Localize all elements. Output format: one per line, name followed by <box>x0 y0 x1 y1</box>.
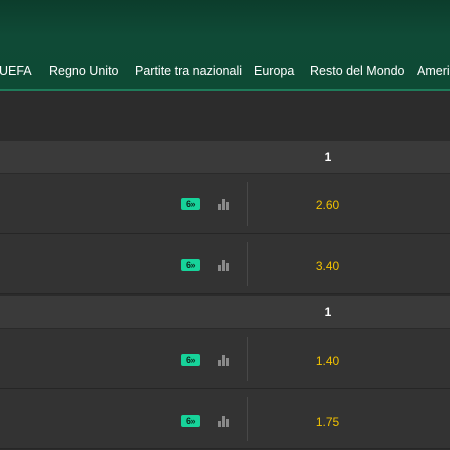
column-divider <box>247 242 248 286</box>
event-row: 6» 3.40 <box>0 234 450 294</box>
nav-item-uefa[interactable]: UEFA <box>0 64 32 78</box>
nav-item-regno-unito[interactable]: Regno Unito <box>49 64 119 78</box>
odds-button[interactable]: 3.40 <box>300 259 355 273</box>
nav-item-americhe[interactable]: Americ <box>417 64 450 78</box>
bar-chart-icon[interactable] <box>218 354 230 366</box>
event-row: 6» 1.75 <box>0 389 450 449</box>
nav-item-resto-del-mondo[interactable]: Resto del Mondo <box>310 64 405 78</box>
bet-builder-badge[interactable]: 6» <box>181 354 200 366</box>
market-header-row: 1 <box>0 141 450 174</box>
content-spacer <box>0 93 450 141</box>
bet-builder-badge[interactable]: 6» <box>181 259 200 271</box>
odds-button[interactable]: 2.60 <box>300 198 355 212</box>
nav-item-europa[interactable]: Europa <box>254 64 294 78</box>
event-row: 6» 2.60 <box>0 174 450 234</box>
market-header-row: 1 <box>0 296 450 329</box>
bar-chart-icon[interactable] <box>218 259 230 271</box>
bar-chart-icon[interactable] <box>218 198 230 210</box>
market-column-label: 1 <box>324 150 332 164</box>
nav-item-partite-tra-nazionali[interactable]: Partite tra nazionali <box>135 64 242 78</box>
market-column-label: 1 <box>324 305 332 319</box>
column-divider <box>247 397 248 441</box>
sportsbook-screen: UEFA Regno Unito Partite tra nazionali E… <box>0 0 450 450</box>
top-navigation-bar: UEFA Regno Unito Partite tra nazionali E… <box>0 0 450 91</box>
column-divider <box>247 182 248 226</box>
bar-chart-icon[interactable] <box>218 415 230 427</box>
odds-button[interactable]: 1.75 <box>300 415 355 429</box>
bet-builder-badge[interactable]: 6» <box>181 415 200 427</box>
column-divider <box>247 337 248 381</box>
odds-button[interactable]: 1.40 <box>300 354 355 368</box>
event-row: 6» 1.40 <box>0 329 450 389</box>
bet-builder-badge[interactable]: 6» <box>181 198 200 210</box>
